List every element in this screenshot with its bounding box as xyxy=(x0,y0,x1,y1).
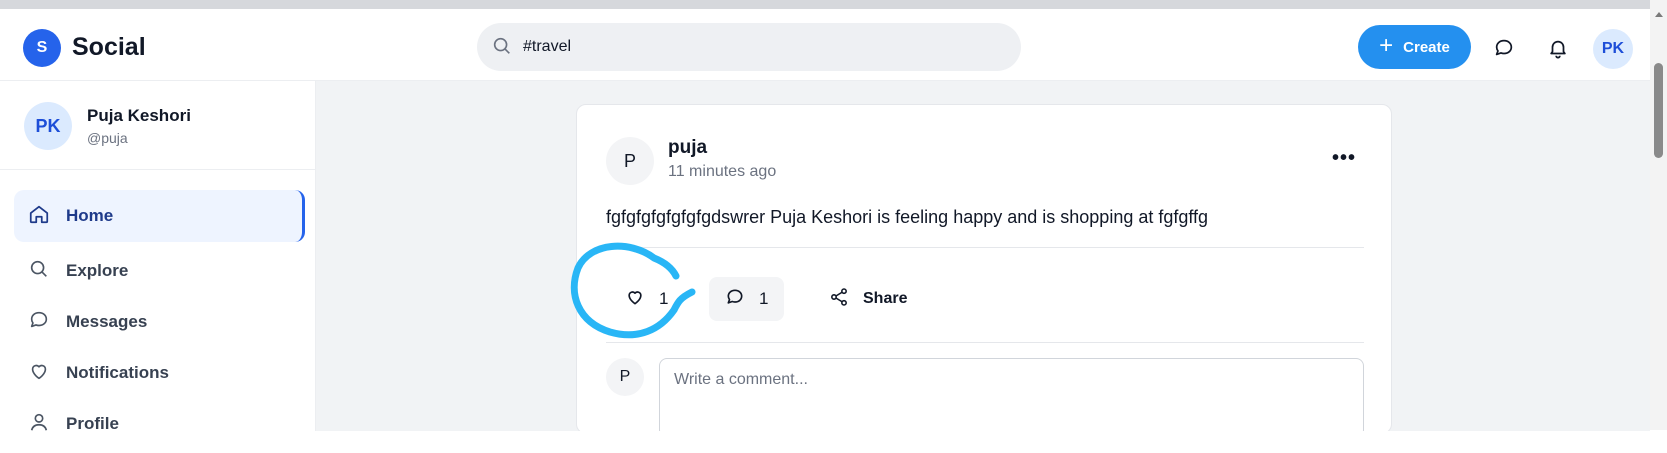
like-count: 1 xyxy=(659,289,669,308)
comment-count: 1 xyxy=(759,289,769,308)
plus-icon: + xyxy=(1379,32,1394,59)
create-button-label: Create xyxy=(1403,38,1450,56)
sidebar: PK Puja Keshori @puja Home Explore Messa… xyxy=(0,81,316,433)
sidebar-item-label: Messages xyxy=(66,312,148,331)
main-feed: P puja 11 minutes ago ••• fgfgfgfgfgfgfg… xyxy=(316,81,1650,438)
share-button[interactable]: Share xyxy=(821,277,915,321)
search-icon xyxy=(491,35,513,62)
logo-badge[interactable]: S xyxy=(23,29,61,67)
post-card: P puja 11 minutes ago ••• fgfgfgfgfgfgfg… xyxy=(576,104,1392,438)
comment-user-avatar: P xyxy=(606,358,644,396)
profile-handle: @puja xyxy=(87,130,128,146)
sidebar-item-label: Notifications xyxy=(66,363,169,382)
chat-bubble-icon xyxy=(725,287,745,312)
app-name[interactable]: Social xyxy=(72,33,146,62)
bell-icon[interactable] xyxy=(1547,37,1569,64)
post-timestamp: 11 minutes ago xyxy=(668,163,777,180)
chat-bubble-icon xyxy=(28,309,50,336)
heart-icon xyxy=(625,287,645,312)
sidebar-item-messages[interactable]: Messages xyxy=(14,296,305,348)
post-author-name[interactable]: puja xyxy=(668,137,707,159)
search-bar[interactable] xyxy=(477,23,1021,71)
share-icon xyxy=(829,287,849,312)
heart-icon xyxy=(28,360,50,387)
chat-bubble-icon[interactable] xyxy=(1493,37,1515,64)
scroll-up-arrow-icon[interactable] xyxy=(1655,12,1663,17)
sidebar-item-explore[interactable]: Explore xyxy=(14,245,305,297)
sidebar-item-label: Explore xyxy=(66,261,129,280)
sidebar-item-label: Home xyxy=(66,206,114,225)
vertical-scrollbar[interactable] xyxy=(1650,0,1667,430)
more-options-icon[interactable]: ••• xyxy=(1332,147,1356,170)
profile-name[interactable]: Puja Keshori xyxy=(87,106,191,126)
comment-button[interactable]: 1 xyxy=(709,277,785,321)
comment-input[interactable] xyxy=(659,358,1364,438)
post-author-avatar[interactable]: P xyxy=(606,137,654,185)
share-label: Share xyxy=(863,290,908,307)
scrollbar-thumb[interactable] xyxy=(1654,63,1663,158)
post-text: fgfgfgfgfgfgfgdswrer Puja Keshori is fee… xyxy=(606,207,1209,227)
bottom-blank-area xyxy=(0,431,1667,453)
divider xyxy=(606,342,1364,343)
create-button[interactable]: + Create xyxy=(1358,25,1471,69)
divider xyxy=(0,169,316,170)
search-icon xyxy=(28,258,50,285)
like-button[interactable]: 1 xyxy=(617,277,676,321)
sidebar-item-notifications[interactable]: Notifications xyxy=(14,347,305,399)
sidebar-item-home[interactable]: Home xyxy=(14,190,305,242)
top-header: S Social + Create PK xyxy=(0,9,1650,81)
search-input[interactable] xyxy=(523,23,1003,71)
home-icon xyxy=(28,203,50,230)
profile-avatar[interactable]: PK xyxy=(24,102,72,150)
divider xyxy=(606,247,1364,248)
user-avatar[interactable]: PK xyxy=(1593,29,1633,69)
window-top-strip xyxy=(0,0,1650,9)
app-window: S Social + Create PK PK xyxy=(0,0,1667,453)
